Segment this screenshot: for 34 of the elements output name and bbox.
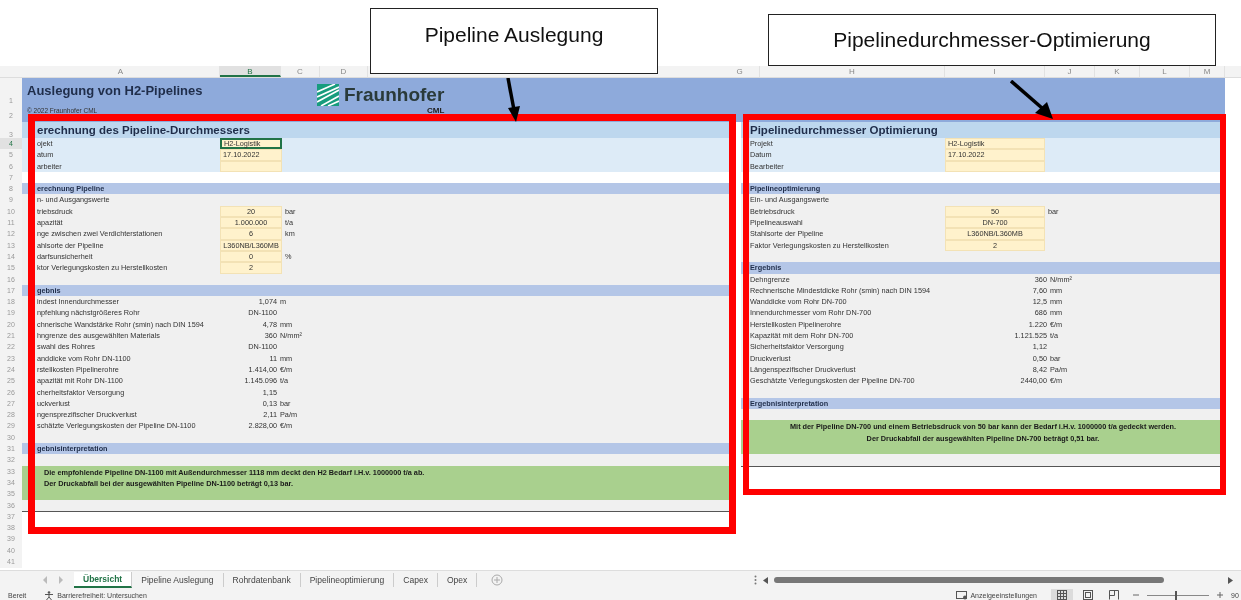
monitor-icon — [956, 590, 969, 600]
dots-handle-icon — [754, 575, 757, 585]
scroll-right-icon — [1228, 576, 1233, 584]
sheet-tab[interactable]: Opex — [437, 573, 478, 587]
sheet-tab[interactable]: Capex — [394, 573, 438, 587]
page-icon — [1083, 590, 1093, 600]
previous-sheet-icon — [42, 576, 48, 584]
page-break-icon — [1109, 590, 1119, 600]
sheet-tab[interactable]: Pipeline Auslegung — [132, 573, 224, 587]
sheet-tab[interactable]: Rohrdatenbank — [223, 573, 301, 587]
stripes-logo-icon — [317, 84, 339, 106]
grid-icon — [1057, 590, 1067, 600]
input-cell[interactable] — [220, 160, 282, 172]
column-header[interactable]: C — [281, 66, 320, 77]
sheet-title: Auslegung von H2-Pipelines — [27, 83, 204, 98]
scrollbar-thumb[interactable] — [774, 577, 1164, 583]
annotation-arrow — [1010, 80, 1054, 120]
next-sheet-icon — [58, 576, 64, 584]
logo-text: Fraunhofer — [344, 84, 445, 106]
zoom-in-icon — [1217, 592, 1223, 598]
scroll-left-icon — [763, 576, 768, 584]
zoom-out-icon — [1133, 592, 1139, 598]
accessibility-icon — [44, 590, 55, 600]
logo-subtitle: CML — [427, 107, 445, 115]
input-cell[interactable] — [945, 160, 1045, 172]
column-header[interactable]: B — [220, 66, 281, 77]
view-button[interactable] — [1051, 589, 1073, 600]
callout-label: Pipeline Auslegung — [370, 8, 658, 74]
column-header[interactable]: G — [720, 66, 760, 77]
sheet-tab[interactable]: Übersicht — [74, 572, 133, 588]
sheet-tab[interactable]: Pipelineoptimierung — [300, 573, 395, 587]
column-header[interactable]: D — [320, 66, 368, 77]
callout-label: Pipelinedurchmesser-Optimierung — [768, 14, 1216, 66]
annotation-arrow — [505, 78, 521, 122]
